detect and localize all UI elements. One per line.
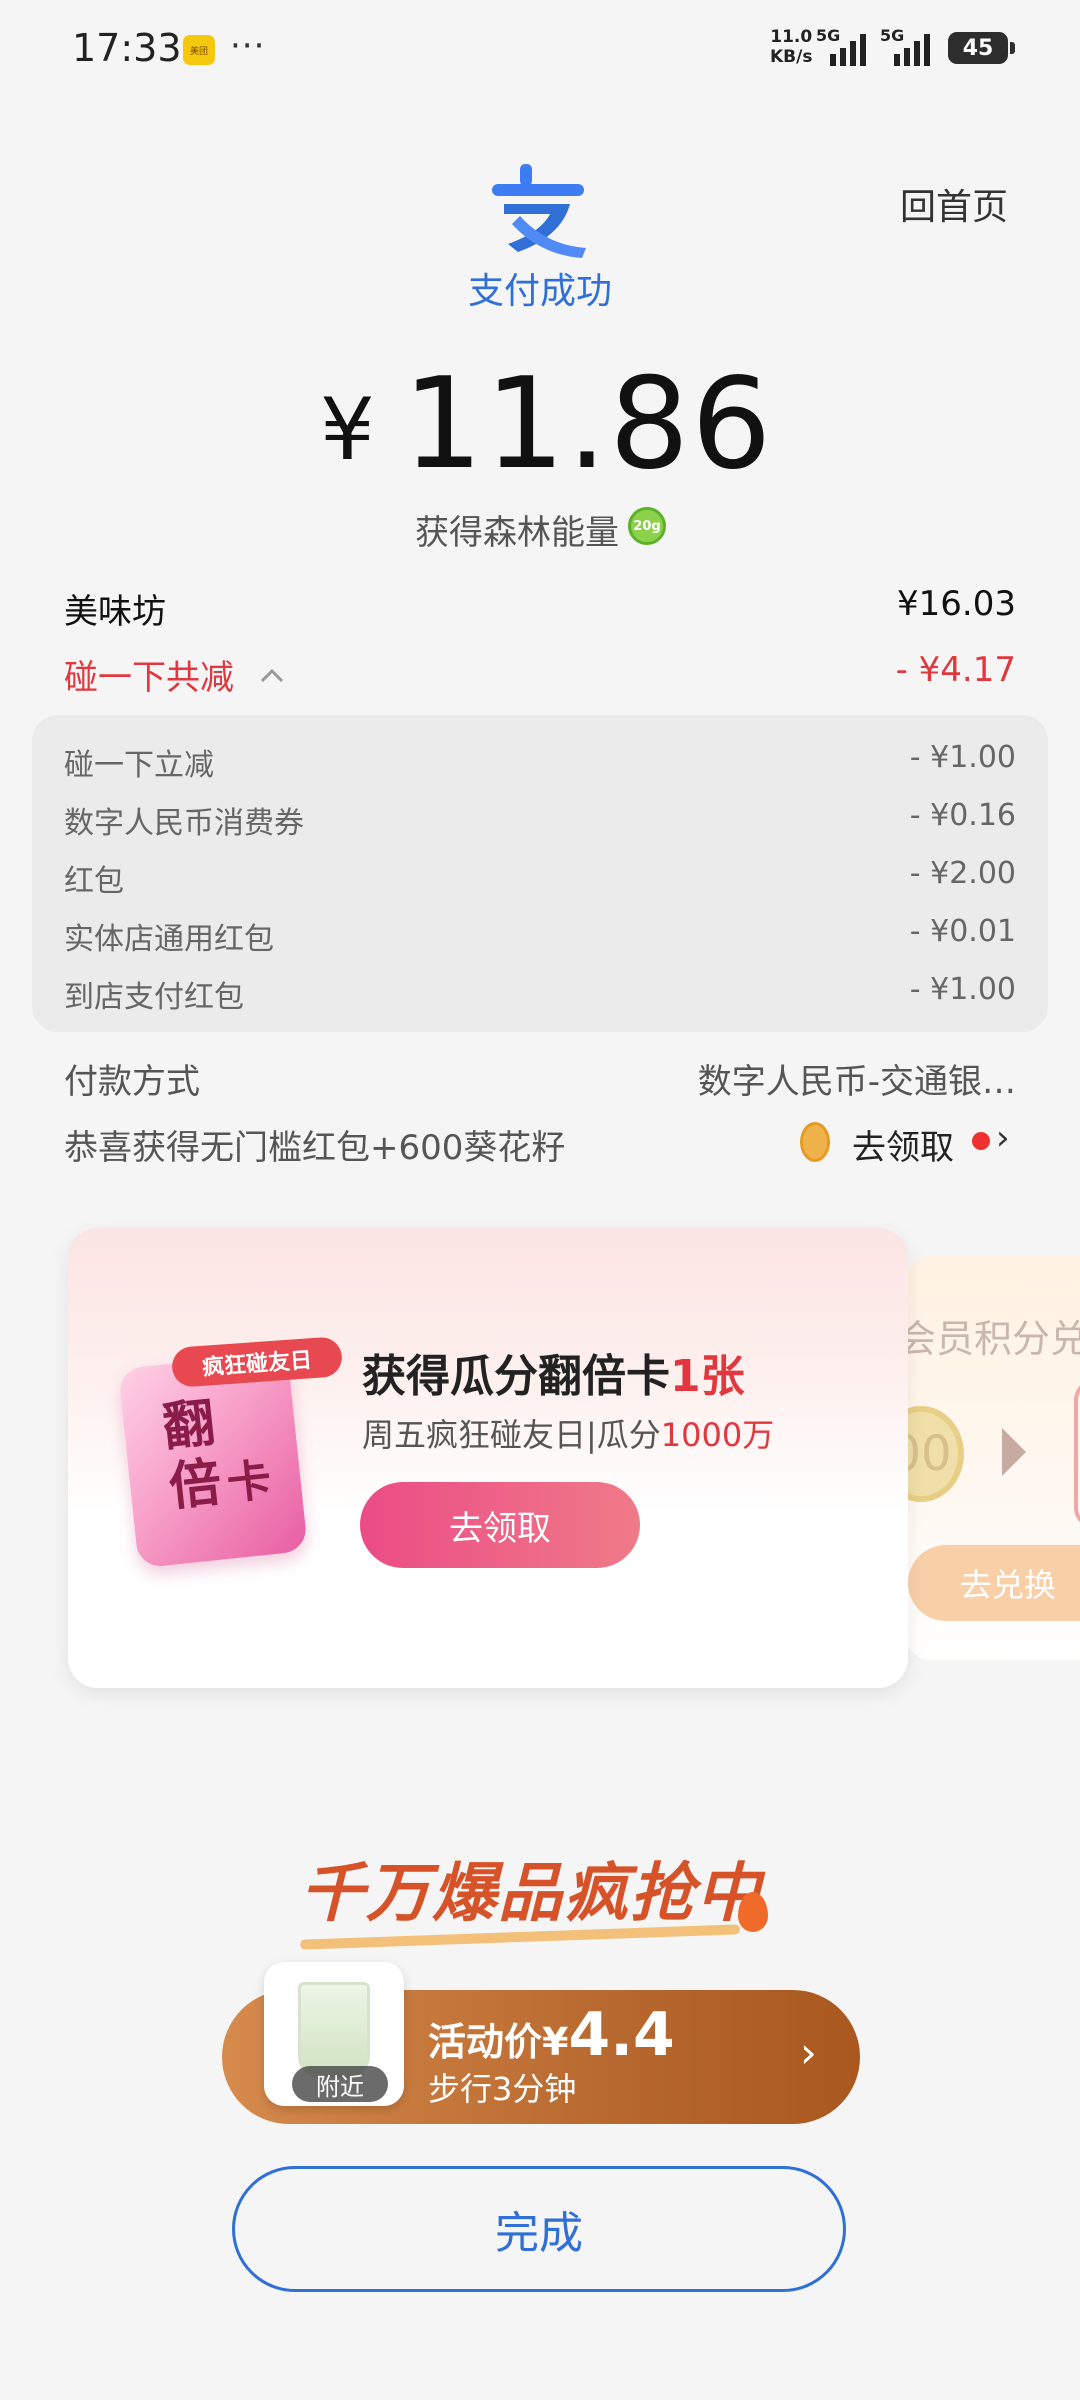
network-speed: 11.0 KB/s — [770, 27, 812, 67]
claim-double-card-button[interactable]: 去领取 — [360, 1482, 640, 1568]
chevron-up-icon — [260, 668, 283, 683]
notification-dot-icon — [972, 1132, 990, 1150]
claim-reward-link[interactable]: 去领取 — [852, 1120, 954, 1169]
battery-icon: 45 — [948, 32, 1015, 64]
discount-value-4: - ¥0.01 — [909, 914, 1016, 949]
discount-label-5: 到店支付红包 — [64, 980, 244, 1015]
discount-value-1: - ¥1.00 — [909, 740, 1016, 775]
discount-value-3: - ¥2.00 — [909, 856, 1016, 891]
promo-title-text: 获得瓜分翻倍卡 — [362, 1351, 670, 1402]
currency-symbol: ¥ — [320, 380, 377, 480]
nearby-tag: 附近 — [292, 2066, 388, 2102]
points-card-title: 会员积分兑 — [898, 1317, 1080, 1361]
image-char-2: 倍 — [166, 1452, 225, 1518]
drink-cup-icon — [298, 1982, 370, 2078]
status-time: 17:33 — [72, 26, 182, 70]
sim2-signal-icon — [894, 34, 930, 66]
deal-price-currency: ¥ — [542, 2020, 569, 2064]
discount-label-2: 数字人民币消费券 — [64, 806, 304, 841]
forest-energy-badge: 20g — [628, 507, 666, 545]
payment-method-value: 数字人民币-交通银… — [697, 1062, 1016, 1102]
deal-chevron-right-icon: › — [800, 2028, 817, 2077]
alipay-logo-icon — [492, 164, 586, 258]
meituan-notification-icon: 美团 — [183, 35, 215, 65]
deal-price-value: 4.4 — [568, 2000, 675, 2070]
discount-total: - ¥4.17 — [895, 650, 1016, 690]
double-card-image-text: 翻 倍卡 — [160, 1386, 292, 1521]
network-speed-unit: KB/s — [770, 47, 813, 67]
discount-label: 碰一下共减 — [64, 658, 234, 698]
promo-title-count: 1张 — [670, 1351, 745, 1402]
deal-price: 活动价¥4.4 — [428, 2000, 675, 2070]
sim1-signal-icon — [830, 34, 866, 66]
more-notifications-icon: ··· — [230, 26, 266, 66]
deal-price-label: 活动价 — [428, 2020, 543, 2064]
payment-amount: ¥11.86 — [320, 350, 771, 497]
arrow-right-icon — [1002, 1428, 1026, 1476]
promo-title: 获得瓜分翻倍卡1张 — [362, 1340, 745, 1404]
discount-label-4: 实体店通用红包 — [64, 922, 274, 957]
chevron-right-icon: › — [996, 1118, 1010, 1158]
image-char-3: 卡 — [224, 1454, 274, 1510]
discount-label-1: 碰一下立减 — [64, 748, 214, 783]
promo-subtitle-text: 周五疯狂碰友日|瓜分 — [362, 1416, 661, 1454]
promo-subtitle: 周五疯狂碰友日|瓜分1000万 — [362, 1410, 774, 1456]
promo-subtitle-amount: 1000万 — [660, 1416, 775, 1454]
flame-icon — [738, 1892, 768, 1932]
network-speed-value: 11.0 — [770, 27, 813, 47]
original-amount: ¥16.03 — [897, 584, 1016, 624]
discount-value-5: - ¥1.00 — [909, 972, 1016, 1007]
walking-distance: 步行3分钟 — [428, 2070, 577, 2108]
amount-value: 11.86 — [402, 350, 774, 497]
discount-label-3: 红包 — [64, 864, 124, 899]
exchange-button[interactable]: 去兑换 — [908, 1545, 1080, 1621]
merchant-name: 美味坊 — [64, 592, 166, 632]
image-char-1: 翻 — [159, 1393, 218, 1459]
sunflower-seed-icon — [800, 1122, 830, 1162]
discount-toggle[interactable]: 碰一下共减 — [64, 650, 285, 699]
forest-energy-label: 获得森林能量 — [415, 513, 619, 553]
done-button[interactable]: 完成 — [232, 2166, 846, 2292]
back-to-home-link[interactable]: 回首页 — [900, 178, 1008, 230]
reward-text: 恭喜获得无门槛红包+600葵花籽 — [64, 1128, 566, 1168]
payment-success-title: 支付成功 — [467, 271, 612, 312]
payment-method-label: 付款方式 — [64, 1062, 200, 1102]
discount-value-2: - ¥0.16 — [909, 798, 1016, 833]
deal-slogan: 千万爆品疯抢中 — [300, 1857, 762, 1931]
reward-card-edge — [1074, 1380, 1080, 1528]
